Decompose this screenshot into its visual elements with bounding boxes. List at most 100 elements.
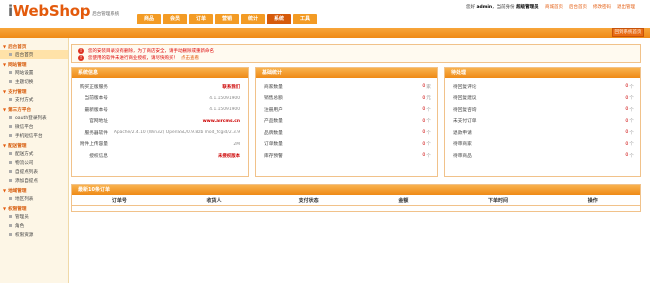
sidebar-item[interactable]: 后台首页 — [0, 50, 68, 59]
sidebar-group-label: 第三方平台 — [8, 107, 32, 113]
sidebar-group-label: 后台首页 — [8, 44, 27, 50]
stat-count[interactable]: 0 — [422, 84, 425, 89]
bullet-icon — [9, 161, 12, 164]
stat-row: 产品数量 0 个 — [256, 116, 437, 128]
bullet-icon — [9, 125, 12, 128]
sidebar-group: ▼ 第三方平台 oauth登录列表 微信平台 手机短信平台 — [0, 106, 68, 140]
pending-label: 待回复建议 — [453, 96, 477, 102]
top-link-2[interactable]: 修改密码 — [593, 4, 611, 10]
pending-label: 退款申请 — [453, 130, 472, 136]
nav-tab-1[interactable]: 会员 — [163, 14, 187, 24]
stat-count[interactable]: 0 — [422, 107, 425, 112]
alert-row: ! 您的安装目录没有删除，为了商店安全，请手动删除或重新命名 — [78, 47, 634, 54]
system-info-row: 授权信息 未授权版本 — [72, 150, 248, 162]
sidebar-item[interactable]: oauth登录列表 — [0, 113, 68, 122]
sidebar-item[interactable]: 权限资源 — [0, 230, 68, 239]
orders-column-header: 订单号 — [111, 197, 127, 204]
sidebar-group-header[interactable]: ▼ 网站管理 — [0, 61, 68, 68]
stat-count[interactable]: 0 — [422, 153, 425, 158]
stat-unit: 个 — [426, 153, 431, 159]
stat-count[interactable]: 0 — [422, 119, 425, 124]
pending-count[interactable]: 0 — [625, 107, 628, 112]
bullet-icon — [9, 80, 12, 83]
nav-tab-4[interactable]: 统计 — [241, 14, 265, 24]
alert-link[interactable]: 点击查看 — [181, 55, 199, 61]
sidebar-item[interactable]: 手机短信平台 — [0, 131, 68, 140]
header-bar — [0, 28, 650, 38]
pending-row: 待回复咨询 0 个 — [445, 104, 640, 116]
sidebar-item-label: 配送方式 — [15, 151, 34, 157]
latest-orders-title: 最新10条订单 — [72, 185, 640, 195]
sidebar-item[interactable]: 主题切换 — [0, 77, 68, 86]
system-info-row: 官网地址 www.aircms.cn — [72, 116, 248, 128]
stat-label: 销售总额 — [264, 96, 283, 102]
sidebar-item[interactable]: 物流公司 — [0, 158, 68, 167]
system-info-value[interactable]: 未授权版本 — [112, 153, 248, 159]
system-info-row: 购买正版服务 联系我们 — [72, 81, 248, 93]
bullet-icon — [9, 116, 12, 119]
back-to-home-button[interactable]: 回到系统首页 — [612, 28, 644, 37]
top-link-1[interactable]: 后台首页 — [569, 4, 587, 10]
alert-text: 您的安装目录没有删除，为了商店安全，请手动删除或重新命名 — [88, 48, 214, 54]
stat-label: 订单数量 — [264, 142, 283, 148]
sidebar-group: ▼ 权限管理管理员 角色权限资源 — [0, 205, 68, 239]
sidebar-group-header[interactable]: ▼ 后台首页 — [0, 43, 68, 50]
pending-count[interactable]: 0 — [625, 142, 628, 147]
sidebar-item[interactable]: 地区列表 — [0, 194, 68, 203]
alert-row: ! 您使用的软件未进行商业授权，请尽快购买！ 点击查看 — [78, 54, 634, 61]
sidebar-item[interactable]: 微信平台 — [0, 122, 68, 131]
system-info-value[interactable]: 联系我们 — [112, 84, 248, 90]
alert-box: ! 您的安装目录没有删除，为了商店安全，请手动删除或重新命名! 您使用的软件未进行商… — [71, 44, 641, 63]
sidebar-item[interactable]: 支付方式 — [0, 95, 68, 104]
sidebar-item[interactable]: 添加自提点 — [0, 176, 68, 185]
sidebar-group-label: 配送管理 — [8, 143, 27, 149]
collapse-arrow-icon: ▼ — [3, 188, 7, 193]
logo[interactable]: iWebShop 后台管理系统 — [8, 4, 119, 19]
stat-count[interactable]: 0 — [422, 96, 425, 101]
sidebar-group-header[interactable]: ▼ 配送管理 — [0, 142, 68, 149]
nav-tab-5[interactable]: 系统 — [267, 14, 291, 24]
pending-count[interactable]: 0 — [625, 153, 628, 158]
sidebar-group-header[interactable]: ▼ 权限管理 — [0, 205, 68, 212]
sidebar-item-label: 管理员 — [15, 214, 29, 220]
nav-tab-6[interactable]: 工具 — [293, 14, 317, 24]
sidebar-group: ▼ 支付管理 支付方式 — [0, 88, 68, 104]
sidebar-group: ▼ 配送管理配送方式 物流公司 自提点列表 添加自提点 — [0, 142, 68, 185]
system-info-value[interactable]: www.aircms.cn — [112, 119, 248, 124]
sidebar-group-header[interactable]: ▼ 地域管理 — [0, 187, 68, 194]
pending-title: 待处理 — [445, 68, 640, 78]
top-link-3[interactable]: 退出管理 — [617, 4, 635, 10]
basic-stats-title: 基础统计 — [256, 68, 437, 78]
sidebar-item[interactable]: 角色 — [0, 221, 68, 230]
system-info-value: Apache/2.4.10 (Win32) OpenSSL/0.9.8zb mo… — [113, 130, 240, 136]
sidebar-item[interactable]: 配送方式 — [0, 149, 68, 158]
top-link-0[interactable]: 商城首页 — [545, 4, 563, 10]
stat-count[interactable]: 0 — [422, 130, 425, 135]
pending-unit: 个 — [629, 142, 634, 148]
bullet-icon — [9, 53, 12, 56]
bullet-icon — [9, 152, 12, 155]
sidebar-item[interactable]: 管理员 — [0, 212, 68, 221]
stat-unit: 元 — [426, 96, 431, 102]
pending-row: 待回复评论 0 个 — [445, 81, 640, 93]
pending-count[interactable]: 0 — [625, 84, 628, 89]
sidebar-item-label: 权限资源 — [15, 232, 34, 238]
sidebar-group-header[interactable]: ▼ 支付管理 — [0, 88, 68, 95]
stat-count[interactable]: 0 — [422, 142, 425, 147]
nav-tab-3[interactable]: 营销 — [215, 14, 239, 24]
sidebar-item[interactable]: 网站设置 — [0, 68, 68, 77]
pending-count[interactable]: 0 — [625, 96, 628, 101]
pending-count[interactable]: 0 — [625, 130, 628, 135]
nav-tab-2[interactable]: 订单 — [189, 14, 213, 24]
sidebar-item-label: 地区列表 — [15, 196, 34, 202]
stat-label: 商家数量 — [264, 84, 283, 90]
sidebar-group-header[interactable]: ▼ 第三方平台 — [0, 106, 68, 113]
pending-count[interactable]: 0 — [625, 119, 628, 124]
bullet-icon — [9, 179, 12, 182]
sidebar-item-label: oauth登录列表 — [15, 115, 47, 121]
sidebar-group-label: 地域管理 — [8, 188, 27, 194]
nav-tab-0[interactable]: 商品 — [137, 14, 161, 24]
sidebar-item[interactable]: 自提点列表 — [0, 167, 68, 176]
system-info-label: 最新版本号 — [84, 107, 108, 113]
bullet-icon — [9, 224, 12, 227]
